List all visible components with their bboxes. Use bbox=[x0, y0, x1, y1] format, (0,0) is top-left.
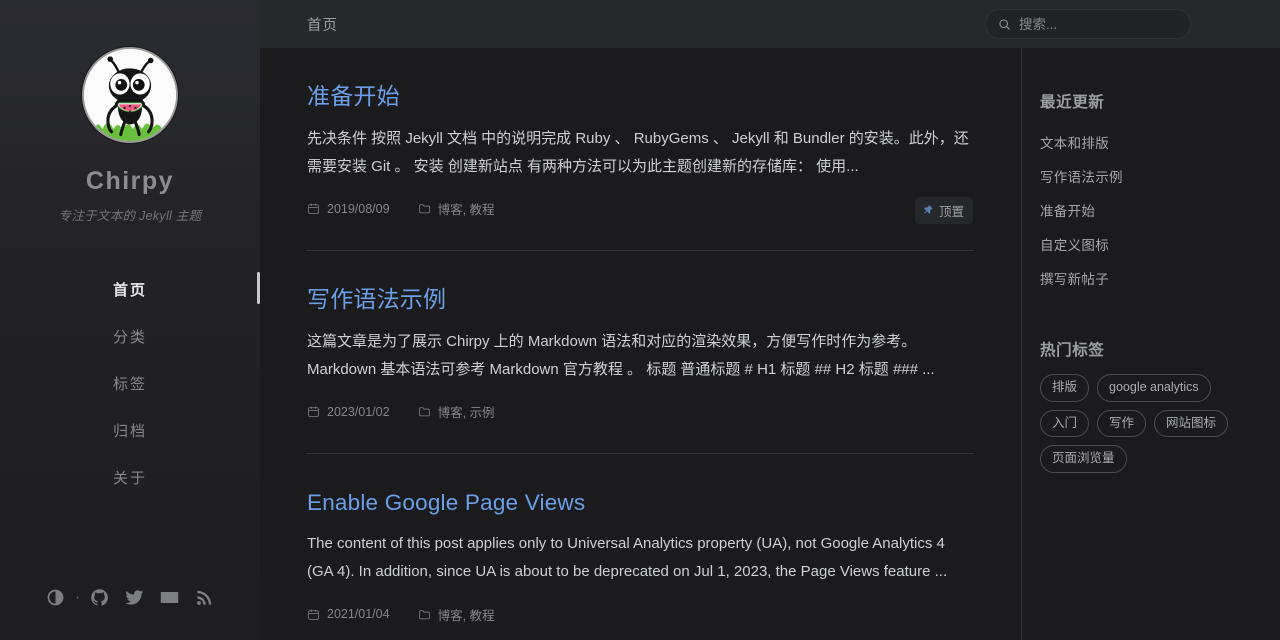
recent-update-link[interactable]: 自定义图标 bbox=[1040, 238, 1109, 253]
pin-icon bbox=[923, 205, 933, 215]
breadcrumb: 首页 bbox=[307, 17, 338, 34]
search-box[interactable] bbox=[985, 9, 1196, 39]
recent-update-list: 文本和排版 写作语法示例 准备开始 自定义图标 撰写新帖子 bbox=[1040, 126, 1258, 296]
trending-tags-heading: 热门标签 bbox=[1040, 342, 1105, 359]
folder-icon bbox=[418, 609, 430, 619]
search-icon bbox=[999, 18, 1010, 30]
post-item: 准备开始 先决条件 按照 Jekyll 文档 中的说明完成 Ruby 、 Rub… bbox=[307, 48, 973, 224]
post-excerpt: 这篇文章是为了展示 Chirpy 上的 Markdown 语法和对应的渲染效果，… bbox=[307, 332, 935, 378]
post-categories: 博客, 教程 bbox=[418, 605, 495, 624]
list-item: 自定义图标 bbox=[1040, 228, 1258, 262]
recent-update-link[interactable]: 写作语法示例 bbox=[1040, 170, 1123, 185]
recent-update-link[interactable]: 撰写新帖子 bbox=[1040, 272, 1109, 287]
post-list: 准备开始 先决条件 按照 Jekyll 文档 中的说明完成 Ruby 、 Rub… bbox=[260, 48, 1021, 640]
post-date: 2021/01/04 bbox=[307, 607, 390, 621]
github-icon[interactable] bbox=[90, 588, 109, 607]
list-item: 撰写新帖子 bbox=[1040, 262, 1258, 296]
post-item: Enable Google Page Views The content of … bbox=[307, 452, 973, 625]
calendar-icon bbox=[308, 406, 319, 418]
list-item: 写作语法示例 bbox=[1040, 160, 1258, 194]
post-categories-text: 博客, 教程 bbox=[437, 203, 495, 218]
sidebar-nav: 首页 分类 标签 归档 关于 bbox=[0, 266, 260, 501]
sidebar-footer: · bbox=[46, 588, 214, 607]
separator-dot: · bbox=[74, 588, 81, 606]
pinned-badge: 顶置 bbox=[914, 196, 973, 224]
sidebar-item-archives[interactable]: 归档 bbox=[0, 407, 260, 454]
site-title: Chirpy bbox=[85, 167, 175, 195]
cricket-mascot-avatar bbox=[84, 49, 176, 141]
post-categories: 博客, 示例 bbox=[418, 402, 495, 421]
avatar[interactable] bbox=[82, 47, 178, 143]
email-icon[interactable] bbox=[160, 588, 179, 607]
post-title-link[interactable]: 写作语法示例 bbox=[307, 285, 973, 315]
post-meta: 2021/01/04 博客, 教程 bbox=[307, 603, 973, 625]
calendar-icon bbox=[308, 204, 319, 215]
tag-pill[interactable]: 排版 bbox=[1040, 374, 1090, 402]
site-subtitle: 专注于文本的 Jekyll 主题 bbox=[58, 209, 202, 223]
tag-pill[interactable]: 写作 bbox=[1097, 409, 1147, 437]
post-excerpt: The content of this post applies only to… bbox=[307, 535, 948, 581]
post-date: 2023/01/02 bbox=[307, 405, 390, 419]
theme-toggle-icon[interactable] bbox=[46, 588, 65, 607]
tag-pill[interactable]: 网站图标 bbox=[1154, 409, 1229, 437]
tag-pill[interactable]: 入门 bbox=[1040, 409, 1090, 437]
tag-cloud: 排版 google analytics 入门 写作 网站图标 页面浏览量 bbox=[1040, 374, 1258, 473]
sidebar-item-home[interactable]: 首页 bbox=[0, 266, 260, 313]
sidebar-item-about[interactable]: 关于 bbox=[0, 454, 260, 501]
avatar-image bbox=[82, 47, 178, 143]
post-categories: 博客, 教程 bbox=[418, 199, 495, 218]
tag-pill[interactable]: google analytics bbox=[1097, 374, 1211, 402]
sidebar-item-tags[interactable]: 标签 bbox=[0, 360, 260, 407]
list-item: 准备开始 bbox=[1040, 194, 1258, 228]
sidebar: Chirpy 专注于文本的 Jekyll 主题 首页 分类 标签 归档 关于 · bbox=[0, 0, 260, 640]
topbar: 首页 bbox=[260, 0, 1280, 48]
pinned-label: 顶置 bbox=[938, 204, 964, 219]
post-title-link[interactable]: Enable Google Page Views bbox=[307, 488, 973, 517]
post-excerpt: 先决条件 按照 Jekyll 文档 中的说明完成 Ruby 、 RubyGems… bbox=[307, 129, 969, 175]
sidebar-item-categories[interactable]: 分类 bbox=[0, 313, 260, 360]
post-categories-text: 博客, 示例 bbox=[437, 406, 495, 421]
post-meta: 2019/08/09 博客, 教程 顶置 bbox=[307, 196, 973, 224]
recent-update-link[interactable]: 准备开始 bbox=[1040, 204, 1095, 219]
rss-icon[interactable] bbox=[195, 588, 214, 607]
folder-icon bbox=[418, 407, 430, 417]
page-root: Chirpy 专注于文本的 Jekyll 主题 首页 分类 标签 归档 关于 · bbox=[0, 0, 1280, 640]
recent-update-link[interactable]: 文本和排版 bbox=[1040, 136, 1109, 151]
post-categories-text: 博客, 教程 bbox=[437, 608, 495, 623]
post-title-link[interactable]: 准备开始 bbox=[307, 82, 973, 112]
post-item: 写作语法示例 这篇文章是为了展示 Chirpy 上的 Markdown 语法和对… bbox=[307, 249, 973, 423]
post-meta: 2023/01/02 博客, 示例 bbox=[307, 401, 973, 423]
post-date: 2019/08/09 bbox=[307, 202, 390, 216]
right-panel: 最近更新 文本和排版 写作语法示例 准备开始 自定义图标 撰写新帖子 热门标签 … bbox=[1021, 48, 1280, 640]
list-item: 文本和排版 bbox=[1040, 126, 1258, 160]
recent-update-heading: 最近更新 bbox=[1040, 94, 1105, 111]
folder-icon bbox=[418, 204, 430, 214]
twitter-icon[interactable] bbox=[125, 588, 144, 607]
recent-update-block: 最近更新 文本和排版 写作语法示例 准备开始 自定义图标 撰写新帖子 bbox=[1040, 90, 1258, 296]
post-date-text: 2019/08/09 bbox=[327, 201, 390, 216]
trending-tags-block: 热门标签 排版 google analytics 入门 写作 网站图标 页面浏览… bbox=[1040, 338, 1258, 473]
calendar-icon bbox=[308, 609, 319, 620]
search-input[interactable] bbox=[1019, 16, 1196, 32]
post-date-text: 2021/01/04 bbox=[327, 607, 390, 622]
post-date-text: 2023/01/02 bbox=[327, 404, 390, 419]
tag-pill[interactable]: 页面浏览量 bbox=[1040, 445, 1127, 473]
